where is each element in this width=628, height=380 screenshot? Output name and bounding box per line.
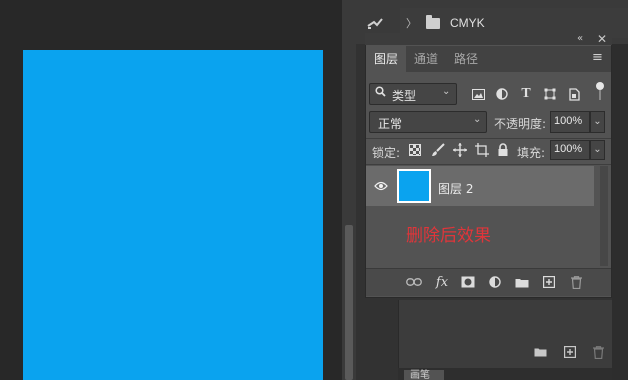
canvas-area bbox=[0, 0, 340, 380]
add-mask-icon[interactable] bbox=[459, 273, 477, 291]
layer-name[interactable]: 图层 2 bbox=[438, 180, 473, 197]
delete-icon[interactable] bbox=[590, 344, 606, 360]
lock-artboard-icon[interactable] bbox=[473, 141, 491, 159]
divider bbox=[366, 164, 611, 165]
lock-pixels-brush-icon[interactable] bbox=[429, 141, 447, 159]
layer-thumbnail-fill bbox=[399, 171, 429, 201]
shape-filter-icon[interactable] bbox=[540, 84, 560, 104]
annotation-text: 删除后效果 bbox=[406, 226, 491, 246]
search-icon bbox=[375, 86, 386, 100]
link-layers-icon[interactable] bbox=[405, 273, 423, 291]
lower-panel bbox=[398, 300, 612, 368]
opacity-value: 100% bbox=[554, 115, 583, 127]
new-group-folder-icon[interactable] bbox=[532, 344, 548, 360]
filter-toggle-stem bbox=[599, 90, 601, 100]
lock-position-move-icon[interactable] bbox=[451, 141, 469, 159]
panel-menu-icon[interactable]: ≡ bbox=[592, 50, 603, 65]
panel-control-bar bbox=[365, 33, 612, 45]
layers-scrollbar[interactable] bbox=[600, 166, 608, 266]
tab-brushes-label: 画笔 bbox=[410, 370, 430, 380]
chevron-right-icon[interactable]: 〉 bbox=[406, 15, 420, 31]
channel-group-label: CMYK bbox=[450, 16, 485, 30]
new-item-icon[interactable] bbox=[562, 344, 578, 360]
tab-layers[interactable]: 图层 bbox=[366, 46, 406, 72]
chevron-down-icon: ⌄ bbox=[442, 86, 451, 97]
document-canvas[interactable] bbox=[23, 50, 323, 380]
divider bbox=[366, 138, 611, 139]
delete-layer-icon[interactable] bbox=[567, 273, 585, 291]
adjustment-filter-icon[interactable] bbox=[492, 84, 512, 104]
new-adjustment-layer-icon[interactable] bbox=[486, 273, 504, 291]
collapse-icon[interactable]: « bbox=[577, 33, 583, 44]
close-icon[interactable]: ✕ bbox=[597, 32, 607, 46]
filter-toggle-icon[interactable] bbox=[596, 82, 604, 90]
type-filter-icon[interactable]: T bbox=[516, 84, 536, 104]
smart-object-filter-icon[interactable] bbox=[564, 84, 584, 104]
fill-value: 100% bbox=[554, 143, 583, 155]
new-layer-icon[interactable] bbox=[540, 273, 558, 291]
brush-tool-icon[interactable] bbox=[365, 14, 385, 34]
lock-transparency-icon[interactable] bbox=[409, 144, 421, 156]
fill-dropdown-button[interactable]: ⌄ bbox=[590, 140, 605, 160]
eye-icon[interactable] bbox=[374, 180, 388, 191]
opacity-dropdown-button[interactable]: ⌄ bbox=[590, 111, 605, 133]
canvas-scroll-thumb[interactable] bbox=[345, 225, 353, 380]
tab-paths[interactable]: 路径 bbox=[450, 46, 482, 72]
tab-channels[interactable]: 通道 bbox=[410, 46, 442, 72]
chevron-down-icon: ⌄ bbox=[473, 114, 482, 125]
opacity-label: 不透明度: bbox=[494, 117, 547, 131]
fill-label: 填充: bbox=[517, 146, 546, 160]
dock-right-edge bbox=[612, 44, 628, 380]
new-group-folder-icon[interactable] bbox=[513, 273, 531, 291]
lock-all-icon[interactable] bbox=[494, 141, 512, 159]
lock-label: 锁定: bbox=[372, 146, 401, 160]
layer-style-fx-icon[interactable]: fx bbox=[433, 273, 451, 291]
folder-icon bbox=[426, 14, 440, 29]
layer-thumbnail[interactable] bbox=[397, 169, 431, 203]
filter-type-label: 类型 bbox=[392, 89, 417, 103]
blend-mode-value: 正常 bbox=[378, 117, 403, 131]
image-filter-icon[interactable] bbox=[468, 84, 488, 104]
